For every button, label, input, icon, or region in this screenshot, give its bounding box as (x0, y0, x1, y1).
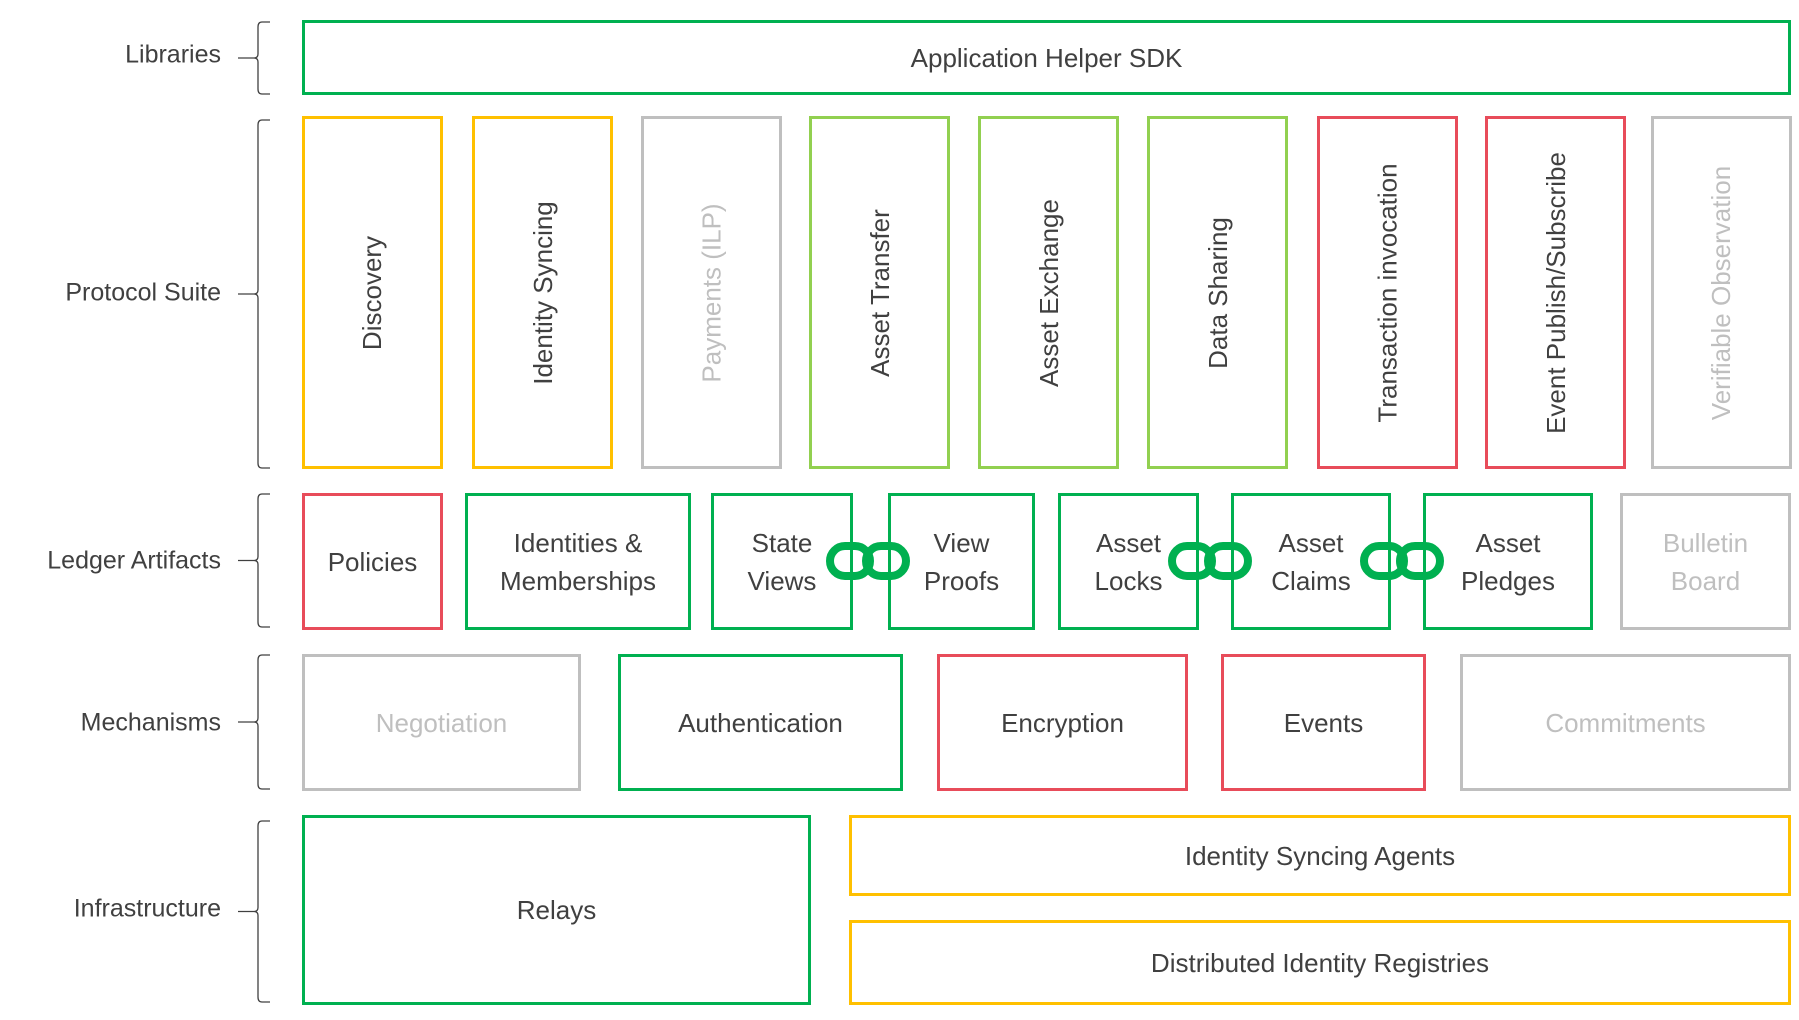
box-label: Asset Exchange (1033, 198, 1064, 387)
box-label: Verifiable Observation (1706, 165, 1737, 420)
box-label: View Proofs (923, 527, 1000, 596)
box-policies: Policies (302, 493, 443, 630)
box-bulletin-board: Bulletin Board (1620, 493, 1791, 630)
box-encryption: Encryption (937, 654, 1188, 791)
box-label: Payments (ILP) (696, 202, 727, 383)
layer-label-protocol-suite: Protocol Suite (65, 278, 221, 307)
box-asset-transfer: Asset Transfer (809, 116, 950, 469)
chain-link-icon (1360, 542, 1444, 580)
chain-link-icon (826, 542, 910, 580)
box-verifiable-observation: Verifiable Observation (1651, 116, 1792, 469)
box-event-publish-subscribe: Event Publish/Subscribe (1485, 116, 1626, 469)
brace-libraries (238, 21, 270, 95)
box-label: Transaction invocation (1372, 162, 1403, 423)
box-label: Discovery (357, 235, 388, 350)
box-label: Data Sharing (1202, 216, 1233, 369)
brace-infrastructure (238, 820, 270, 1003)
box-label: Bulletin Board (1662, 527, 1749, 596)
box-application-helper-sdk: Application Helper SDK (302, 20, 1791, 95)
box-discovery: Discovery (302, 116, 443, 469)
box-commitments: Commitments (1460, 654, 1791, 791)
box-transaction-invocation: Transaction invocation (1317, 116, 1458, 469)
box-asset-exchange: Asset Exchange (978, 116, 1119, 469)
box-label: Application Helper SDK (910, 42, 1183, 73)
chain-link-icon (1168, 542, 1252, 580)
box-label: Commitments (1545, 707, 1706, 738)
brace-mechanisms (238, 654, 270, 790)
box-label: Policies (327, 546, 418, 577)
box-label: Negotiation (375, 707, 508, 738)
box-label: Identity Syncing Agents (1184, 840, 1456, 871)
box-view-proofs: View Proofs (888, 493, 1035, 630)
box-distributed-identity-registries: Distributed Identity Registries (849, 920, 1791, 1005)
brace-protocol-suite (238, 119, 270, 469)
box-payments-ilp: Payments (ILP) (641, 116, 782, 469)
box-identity-syncing: Identity Syncing (472, 116, 613, 469)
layer-label-infrastructure: Infrastructure (73, 894, 221, 923)
box-label: Identity Syncing (527, 200, 558, 385)
brace-ledger-artifacts (238, 493, 270, 628)
box-label: Asset Pledges (1461, 527, 1555, 596)
box-label: Relays (516, 895, 597, 925)
layer-label-mechanisms: Mechanisms (80, 708, 221, 737)
box-identities-memberships: Identities & Memberships (465, 493, 691, 630)
box-label: Authentication (678, 707, 843, 738)
box-label: Asset Transfer (864, 208, 895, 377)
layer-label-ledger-artifacts: Ledger Artifacts (47, 546, 221, 575)
box-events: Events (1221, 654, 1426, 791)
box-label: Events (1283, 707, 1364, 738)
box-relays: Relays (302, 815, 811, 1005)
box-label: Distributed Identity Registries (1150, 947, 1490, 978)
box-identity-syncing-agents: Identity Syncing Agents (849, 815, 1791, 896)
box-negotiation: Negotiation (302, 654, 581, 791)
box-authentication: Authentication (618, 654, 903, 791)
box-label: Identities & Memberships (499, 527, 657, 596)
layer-label-libraries: Libraries (125, 40, 221, 69)
box-data-sharing: Data Sharing (1147, 116, 1288, 469)
box-asset-pledges: Asset Pledges (1423, 493, 1593, 630)
box-label: Event Publish/Subscribe (1540, 151, 1571, 434)
box-label: Encryption (1001, 707, 1124, 738)
